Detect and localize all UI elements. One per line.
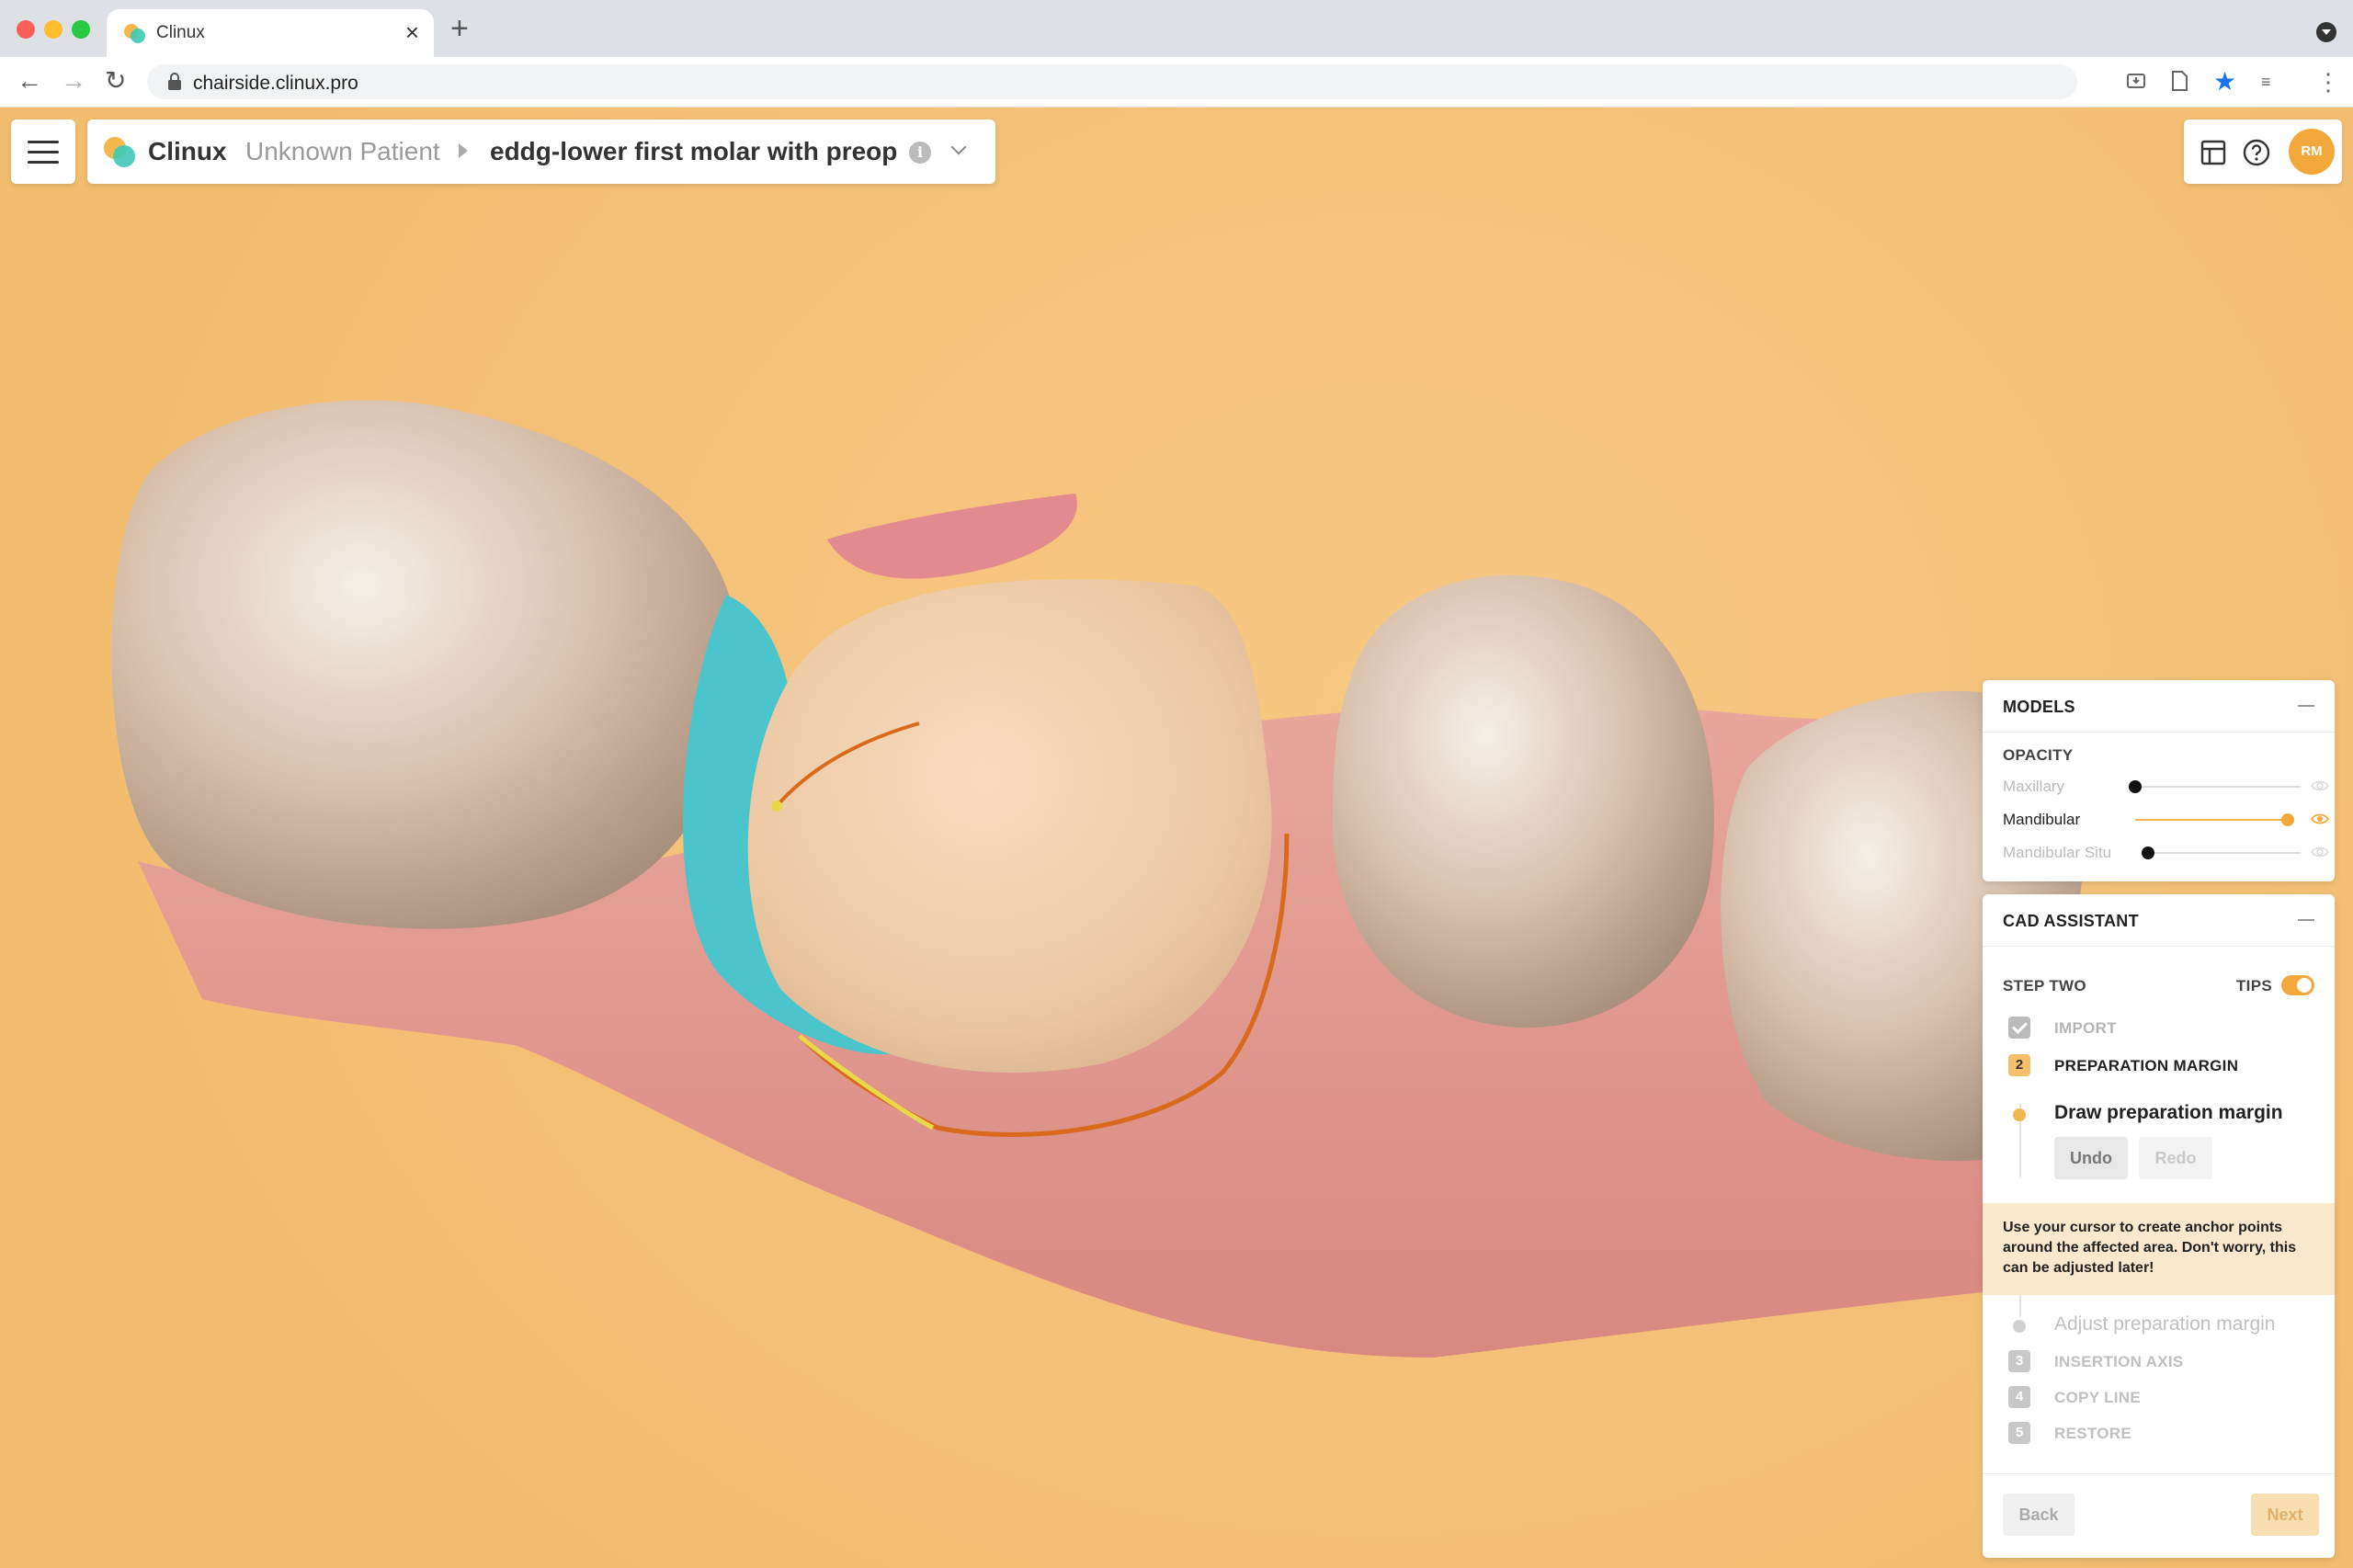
tab-close-icon[interactable]: × xyxy=(405,18,419,46)
active-substep-dot xyxy=(2013,1108,2026,1121)
avatar[interactable]: RM xyxy=(2289,129,2335,175)
browser-tab-bar: Clinux × + xyxy=(0,0,2353,57)
step-label: IMPORT xyxy=(2054,1019,2117,1037)
opacity-slider-maxillary[interactable] xyxy=(2135,786,2301,788)
patient-name[interactable]: Unknown Patient xyxy=(245,137,440,166)
opacity-row-mandibular: Mandibular xyxy=(2003,807,2330,833)
collapse-icon[interactable] xyxy=(2298,919,2314,921)
back-icon[interactable]: ← xyxy=(17,66,42,96)
models-panel-header: MODELS xyxy=(1983,680,2335,733)
opacity-row-maxillary: Maxillary xyxy=(2003,774,2330,800)
chevron-down-icon[interactable] xyxy=(950,139,967,155)
undo-button[interactable]: Undo xyxy=(2054,1137,2128,1179)
menu-button[interactable] xyxy=(11,119,75,184)
hamburger-icon xyxy=(28,141,59,143)
tab-title: Clinux xyxy=(156,23,205,42)
url-text: chairside.clinux.pro xyxy=(193,73,358,94)
next-button[interactable]: Next xyxy=(2251,1494,2319,1536)
models-panel-title: MODELS xyxy=(2003,698,2075,716)
step-number: 5 xyxy=(2008,1422,2030,1444)
step-insertion-axis[interactable]: 3 INSERTION AXIS xyxy=(2003,1347,2334,1375)
reload-icon[interactable]: ↻ xyxy=(105,66,126,96)
forward-icon[interactable]: → xyxy=(61,66,86,96)
redo-button[interactable]: Redo xyxy=(2139,1137,2212,1179)
opacity-heading: OPACITY xyxy=(2003,746,2074,764)
substep-active: Draw preparation margin xyxy=(2054,1102,2283,1123)
cad-assistant-panel: CAD ASSISTANT STEP TWO TIPS IMPORT 2 PRE… xyxy=(1983,894,2335,1558)
tips-toggle[interactable] xyxy=(2281,975,2314,995)
tips-label: TIPS xyxy=(2236,977,2272,994)
cad-panel-title: CAD ASSISTANT xyxy=(2003,912,2139,930)
tip-box: Use your cursor to create anchor points … xyxy=(1983,1203,2335,1295)
back-button[interactable]: Back xyxy=(2003,1494,2075,1536)
clinux-logo-icon xyxy=(104,137,135,167)
collapse-icon[interactable] xyxy=(2298,705,2314,707)
opacity-slider-mandibular[interactable] xyxy=(2135,819,2288,821)
extension-icon[interactable]: ≡ xyxy=(2261,70,2271,94)
new-tab-button[interactable]: + xyxy=(450,13,469,44)
header-tools: RM xyxy=(2184,119,2342,184)
step-label: PREPARATION MARGIN xyxy=(2054,1057,2239,1074)
divider xyxy=(1983,1473,2335,1474)
opacity-label: Mandibular xyxy=(2003,811,2081,828)
step-label: COPY LINE xyxy=(2054,1389,2142,1406)
browser-menu-icon[interactable]: ⋮ xyxy=(2316,70,2340,94)
eye-icon[interactable] xyxy=(2310,842,2330,862)
bookmark-star-icon[interactable]: ★ xyxy=(2213,69,2236,95)
slider-handle[interactable] xyxy=(2142,846,2154,859)
opacity-slider-mandibular-situ[interactable] xyxy=(2148,852,2301,854)
step-label: RESTORE xyxy=(2054,1425,2131,1442)
step-restore[interactable]: 5 RESTORE xyxy=(2003,1419,2334,1447)
eye-icon[interactable] xyxy=(2310,809,2330,829)
step-connector xyxy=(2019,1295,2021,1317)
minimize-window-button[interactable] xyxy=(44,20,63,39)
step-number: 4 xyxy=(2008,1386,2030,1408)
step-heading: STEP TWO xyxy=(2003,977,2086,994)
step-number: 2 xyxy=(2008,1054,2030,1076)
url-field[interactable]: chairside.clinux.pro xyxy=(147,64,2077,99)
install-app-icon[interactable] xyxy=(2125,70,2147,92)
maximize-window-button[interactable] xyxy=(72,20,90,39)
hamburger-icon-line xyxy=(28,151,59,153)
step-label: INSERTION AXIS xyxy=(2054,1353,2184,1370)
case-name: eddg-lower first molar with preop xyxy=(490,137,898,165)
step-import[interactable]: IMPORT xyxy=(2003,1014,2334,1041)
page-icon[interactable] xyxy=(2169,70,2189,92)
eye-icon[interactable] xyxy=(2310,776,2330,796)
browser-tab[interactable]: Clinux × xyxy=(107,9,434,57)
brand-name: Clinux xyxy=(148,137,227,165)
opacity-label: Mandibular Situ xyxy=(2003,844,2112,861)
breadcrumb: Clinux Unknown Patient eddg-lower first … xyxy=(87,119,995,184)
pending-substep-dot xyxy=(2013,1320,2026,1333)
opacity-row-mandibular-situ: Mandibular Situ xyxy=(2003,840,2330,866)
step-copy-line[interactable]: 4 COPY LINE xyxy=(2003,1383,2334,1411)
step-number: 3 xyxy=(2008,1350,2030,1372)
slider-handle[interactable] xyxy=(2281,813,2294,826)
tab-search-icon[interactable] xyxy=(2316,22,2336,42)
cad-panel-header: CAD ASSISTANT xyxy=(1983,894,2335,947)
breadcrumb-separator-icon xyxy=(459,143,468,158)
step-preparation-margin[interactable]: 2 PREPARATION MARGIN xyxy=(2003,1051,2334,1079)
hamburger-icon-line xyxy=(28,161,59,164)
close-window-button[interactable] xyxy=(17,20,35,39)
address-bar: ← → ↻ chairside.clinux.pro ★ ≡ ⋮ xyxy=(0,57,2353,108)
lock-icon xyxy=(168,73,181,90)
substep-next: Adjust preparation margin xyxy=(2054,1313,2276,1335)
slider-handle[interactable] xyxy=(2129,780,2142,793)
layout-icon[interactable] xyxy=(2200,140,2226,165)
models-panel: MODELS OPACITY Maxillary Mandibular Mand… xyxy=(1983,680,2335,881)
help-icon[interactable] xyxy=(2243,139,2270,166)
opacity-label: Maxillary xyxy=(2003,778,2065,795)
tip-text: Use your cursor to create anchor points … xyxy=(2003,1220,2297,1276)
check-icon xyxy=(2008,1017,2030,1039)
info-icon[interactable]: i xyxy=(909,142,931,164)
clinux-logo-icon xyxy=(124,24,145,43)
